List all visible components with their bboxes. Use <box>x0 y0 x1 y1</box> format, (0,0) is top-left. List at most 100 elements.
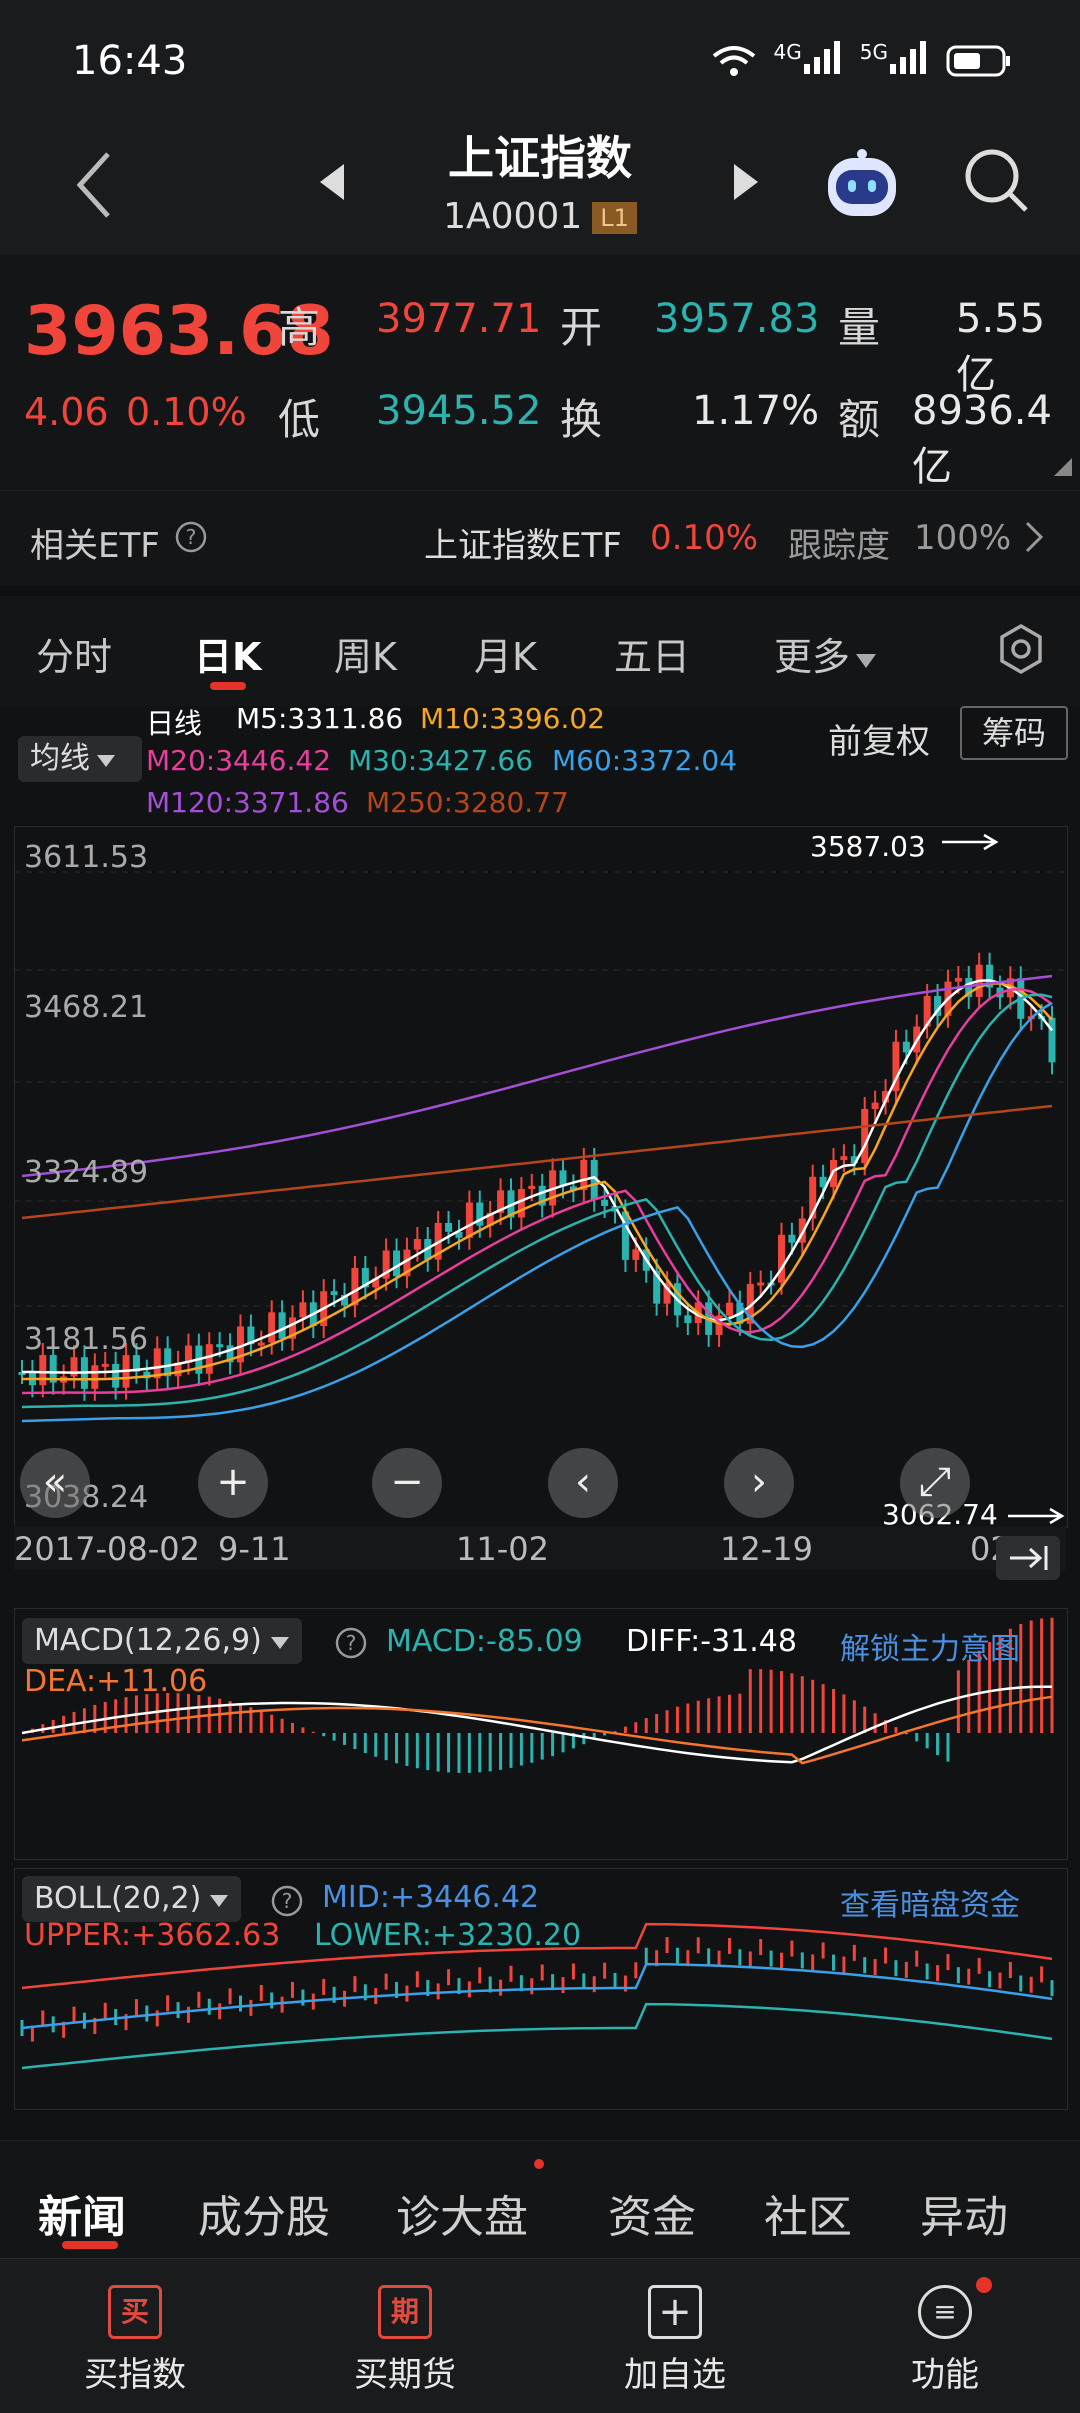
tab-more[interactable]: 更多 <box>774 626 878 681</box>
tab-movements[interactable]: 异动 <box>920 2181 1008 2245</box>
buy-futures-button[interactable]: 期 买期货 <box>270 2259 540 2413</box>
active-tab-indicator <box>62 2241 118 2249</box>
expand-corner-icon[interactable] <box>1054 458 1072 476</box>
help-icon[interactable]: ? <box>270 1884 304 1918</box>
high-value: 3977.71 <box>376 296 542 342</box>
tab-five-day[interactable]: 五日 <box>614 626 690 681</box>
level-badge: L1 <box>592 202 637 234</box>
functions-label: 功能 <box>911 2355 979 2395</box>
jump-latest-button[interactable] <box>996 1536 1060 1580</box>
caret-down-icon <box>97 755 115 767</box>
search-icon[interactable] <box>964 148 1030 214</box>
candle-body <box>330 1291 338 1295</box>
svg-text:?: ? <box>282 1889 293 1913</box>
settings-icon[interactable] <box>994 622 1048 676</box>
tab-news[interactable]: 新闻 <box>38 2181 126 2245</box>
stock-code: 1A0001 L1 <box>0 196 1080 237</box>
scroll-right-button[interactable]: › <box>724 1448 794 1518</box>
volume-label: 量 <box>838 303 881 352</box>
system-icons: 4G 5G <box>712 40 1012 81</box>
caret-down-icon <box>270 1637 289 1649</box>
diff-value: DIFF:-31.48 <box>626 1624 797 1659</box>
candle-body <box>268 1312 276 1343</box>
boll-lower: LOWER:+3230.20 <box>314 1918 582 1953</box>
tab-monthly-k[interactable]: 月K <box>474 626 537 681</box>
add-watchlist-button[interactable]: + 加自选 <box>540 2259 810 2413</box>
candle-body <box>777 1234 785 1283</box>
candle-body <box>393 1250 401 1277</box>
low-label: 低 <box>278 395 321 444</box>
candle-body <box>445 1222 453 1232</box>
functions-button[interactable]: ≡ 功能 <box>810 2259 1080 2413</box>
zoom-out-button[interactable]: − <box>372 1448 442 1518</box>
ma120-label: M120:3371.86 <box>146 786 349 819</box>
macd-dropdown-label: MACD(12,26,9) <box>34 1623 262 1658</box>
active-tab-indicator <box>210 682 246 690</box>
candle-body <box>216 1344 224 1348</box>
tab-daily-k[interactable]: 日K <box>194 626 261 681</box>
candle-body <box>954 978 962 982</box>
scroll-left-button[interactable]: ‹ <box>548 1448 618 1518</box>
arrow-right-icon <box>942 833 999 851</box>
fast-rewind-button[interactable]: « <box>20 1448 90 1518</box>
open-value: 3957.83 <box>654 296 820 342</box>
tab-diagnosis[interactable]: 诊大盘 <box>396 2181 528 2245</box>
help-icon[interactable]: ? <box>334 1626 368 1660</box>
etf-pct: 0.10% <box>650 518 759 558</box>
bottom-nav: 买 买指数 期 买期货 + 加自选 ≡ 功能 <box>0 2258 1080 2413</box>
macd-dropdown[interactable]: MACD(12,26,9) <box>22 1618 302 1664</box>
candle-body <box>39 1354 47 1386</box>
boll-mid: MID:+3446.42 <box>322 1880 540 1915</box>
turnover-label: 换 <box>560 395 603 444</box>
tab-community[interactable]: 社区 <box>764 2181 852 2245</box>
candle-body <box>725 1302 733 1316</box>
indicator-dropdown[interactable]: 均线 <box>18 736 142 782</box>
zoom-in-button[interactable]: + <box>198 1448 268 1518</box>
y-tick-1: 3611.53 <box>24 840 149 875</box>
track-value: 100% <box>914 518 1012 558</box>
period-tabs: 分时 日K 周K 月K 五日 更多 <box>0 586 1080 706</box>
notification-dot <box>534 2159 544 2169</box>
adjust-mode[interactable]: 前复权 <box>828 714 930 763</box>
y-tick-3: 3324.89 <box>24 1155 149 1190</box>
help-icon[interactable]: ? <box>174 520 208 554</box>
candle-body <box>528 1185 536 1190</box>
candle-body <box>871 1102 879 1109</box>
candle-body <box>517 1189 525 1218</box>
candle-body <box>757 1282 765 1286</box>
dark-pool-link[interactable]: 查看暗盘资金 <box>840 1880 1020 1924</box>
ma20-label: M20:3446.42 <box>146 744 332 777</box>
futures-icon: 期 <box>378 2285 432 2339</box>
robot-assistant-icon[interactable] <box>822 148 902 222</box>
candle-body <box>112 1363 120 1388</box>
tab-weekly-k[interactable]: 周K <box>334 626 397 681</box>
boll-upper: UPPER:+3662.63 <box>24 1918 281 1953</box>
x-tick-2: 9-11 <box>218 1530 291 1568</box>
chips-button[interactable]: 筹码 <box>960 706 1068 760</box>
related-etf-label: 相关ETF <box>30 526 160 566</box>
page-title: 上证指数 <box>448 131 632 185</box>
period-label: 日线 <box>146 707 203 740</box>
turnover-value: 1.17% <box>692 388 820 434</box>
amount-label: 额 <box>838 395 881 444</box>
track-label: 跟踪度 <box>788 526 890 566</box>
status-time: 16:43 <box>72 38 188 84</box>
price-change-pct: 0.10% <box>126 390 247 434</box>
unlock-intent-link[interactable]: 解锁主力意图 <box>840 1624 1020 1668</box>
amount-value: 8936.4亿 <box>912 388 1052 490</box>
high-label: 高 <box>278 303 321 352</box>
m5-line <box>22 979 1053 1374</box>
ma30-label: M30:3427.66 <box>348 744 534 777</box>
dea-value: DEA:+11.06 <box>24 1664 208 1699</box>
next-stock-icon[interactable] <box>732 162 760 202</box>
boll-dropdown[interactable]: BOLL(20,2) <box>22 1876 242 1922</box>
fullscreen-button[interactable]: ⤢ <box>900 1448 970 1518</box>
buy-index-button[interactable]: 买 买指数 <box>0 2259 270 2413</box>
ma60-label: M60:3372.04 <box>552 744 738 777</box>
tab-funds[interactable]: 资金 <box>608 2181 696 2245</box>
signal-4g-icon: 4G <box>774 40 842 81</box>
tab-intraday[interactable]: 分时 <box>36 626 112 681</box>
tab-constituents[interactable]: 成分股 <box>198 2181 330 2245</box>
low-value: 3945.52 <box>376 388 542 434</box>
chevron-right-icon <box>1025 521 1044 553</box>
